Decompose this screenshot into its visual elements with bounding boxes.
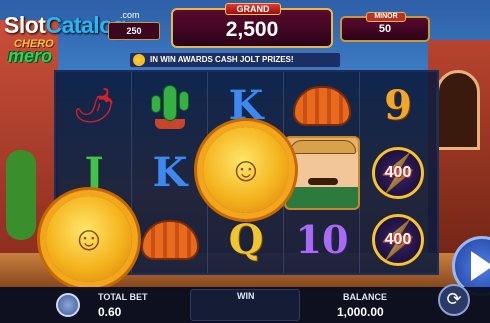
cactus-icon	[145, 81, 195, 131]
jackpot-grand-label: GRAND	[225, 3, 281, 15]
reel-cell	[132, 206, 208, 273]
bolt-icon: ⚡	[133, 54, 145, 66]
symbol-10: 10	[295, 217, 349, 262]
reel-cell: K	[132, 139, 208, 206]
game-title-line2: mero	[8, 46, 53, 66]
jackpot-minor: MINOR 50	[340, 12, 430, 42]
bet-chip-button[interactable]	[56, 293, 80, 317]
jackpot-grand-value: 2,500	[225, 18, 279, 41]
jackpot-mini: 250	[108, 22, 160, 40]
reel-cell: ⚡ 400	[360, 206, 436, 273]
symbol-k: K	[228, 82, 264, 129]
autoplay-refresh-icon[interactable]: ⟳	[438, 284, 470, 316]
play-icon	[471, 251, 490, 281]
jackpot-grand: GRAND 2,500	[171, 3, 333, 48]
armadillo-icon	[141, 219, 199, 260]
watermark-brand-part1: Slot	[4, 12, 46, 38]
jackpot-mini-value: 250	[126, 26, 142, 36]
symbol-k: K	[152, 149, 188, 196]
reel-cell	[284, 135, 360, 210]
win-display: WIN	[190, 289, 300, 321]
info-banner-text: IN WIN AWARDS CASH JOLT PRIZES!	[150, 55, 294, 64]
background-cactus	[6, 150, 36, 240]
balance-label: BALANCE	[343, 292, 387, 302]
sun-icon: ☺	[203, 127, 289, 213]
cash-bolt-coin: ⚡ 400	[372, 146, 424, 199]
symbol-q: Q	[228, 216, 264, 263]
reel-column: 10	[284, 72, 360, 273]
symbol-j: J	[84, 149, 104, 196]
reel-column: 9 ⚡ 400 ⚡ 400	[360, 72, 436, 273]
chili-pepper-icon: 🌶	[72, 86, 116, 125]
sun-icon: ☺	[46, 196, 132, 282]
bottom-bar: TOTAL BET 0.60 WIN BALANCE 1,000.00	[0, 287, 490, 323]
reel-cell: 🌶	[56, 72, 132, 139]
reel-cell	[132, 72, 208, 139]
reel-column: K	[132, 72, 208, 273]
background-arch	[436, 70, 480, 150]
total-bet-label: TOTAL BET	[98, 292, 148, 302]
balance-value: 1,000.00	[337, 305, 384, 319]
game-screen: SlotCatalog .com CHERO mero 250 GRAND 2,…	[0, 0, 490, 323]
info-banner: ⚡ IN WIN AWARDS CASH JOLT PRIZES!	[129, 52, 341, 68]
cash-bolt-coin: ⚡ 400	[372, 213, 424, 266]
mariachi-man-icon	[284, 135, 360, 210]
reel-cell	[284, 72, 360, 139]
armadillo-icon	[293, 85, 351, 126]
reel-cell: ⚡ 400	[360, 139, 436, 206]
jackpot-minor-value: 50	[378, 23, 392, 35]
symbol-9: 9	[384, 82, 412, 129]
reel-cell: 10	[284, 206, 360, 273]
watermark-domain: .com	[120, 10, 140, 20]
reel-cell: 9	[360, 72, 436, 139]
jackpot-minor-label: MINOR	[366, 12, 406, 22]
total-bet-value: 0.60	[98, 305, 122, 319]
cash-bolt-value: 400	[384, 230, 412, 248]
cash-bolt-value: 400	[384, 163, 412, 181]
win-label: WIN	[237, 291, 255, 301]
reel-cell: Q	[208, 206, 284, 273]
